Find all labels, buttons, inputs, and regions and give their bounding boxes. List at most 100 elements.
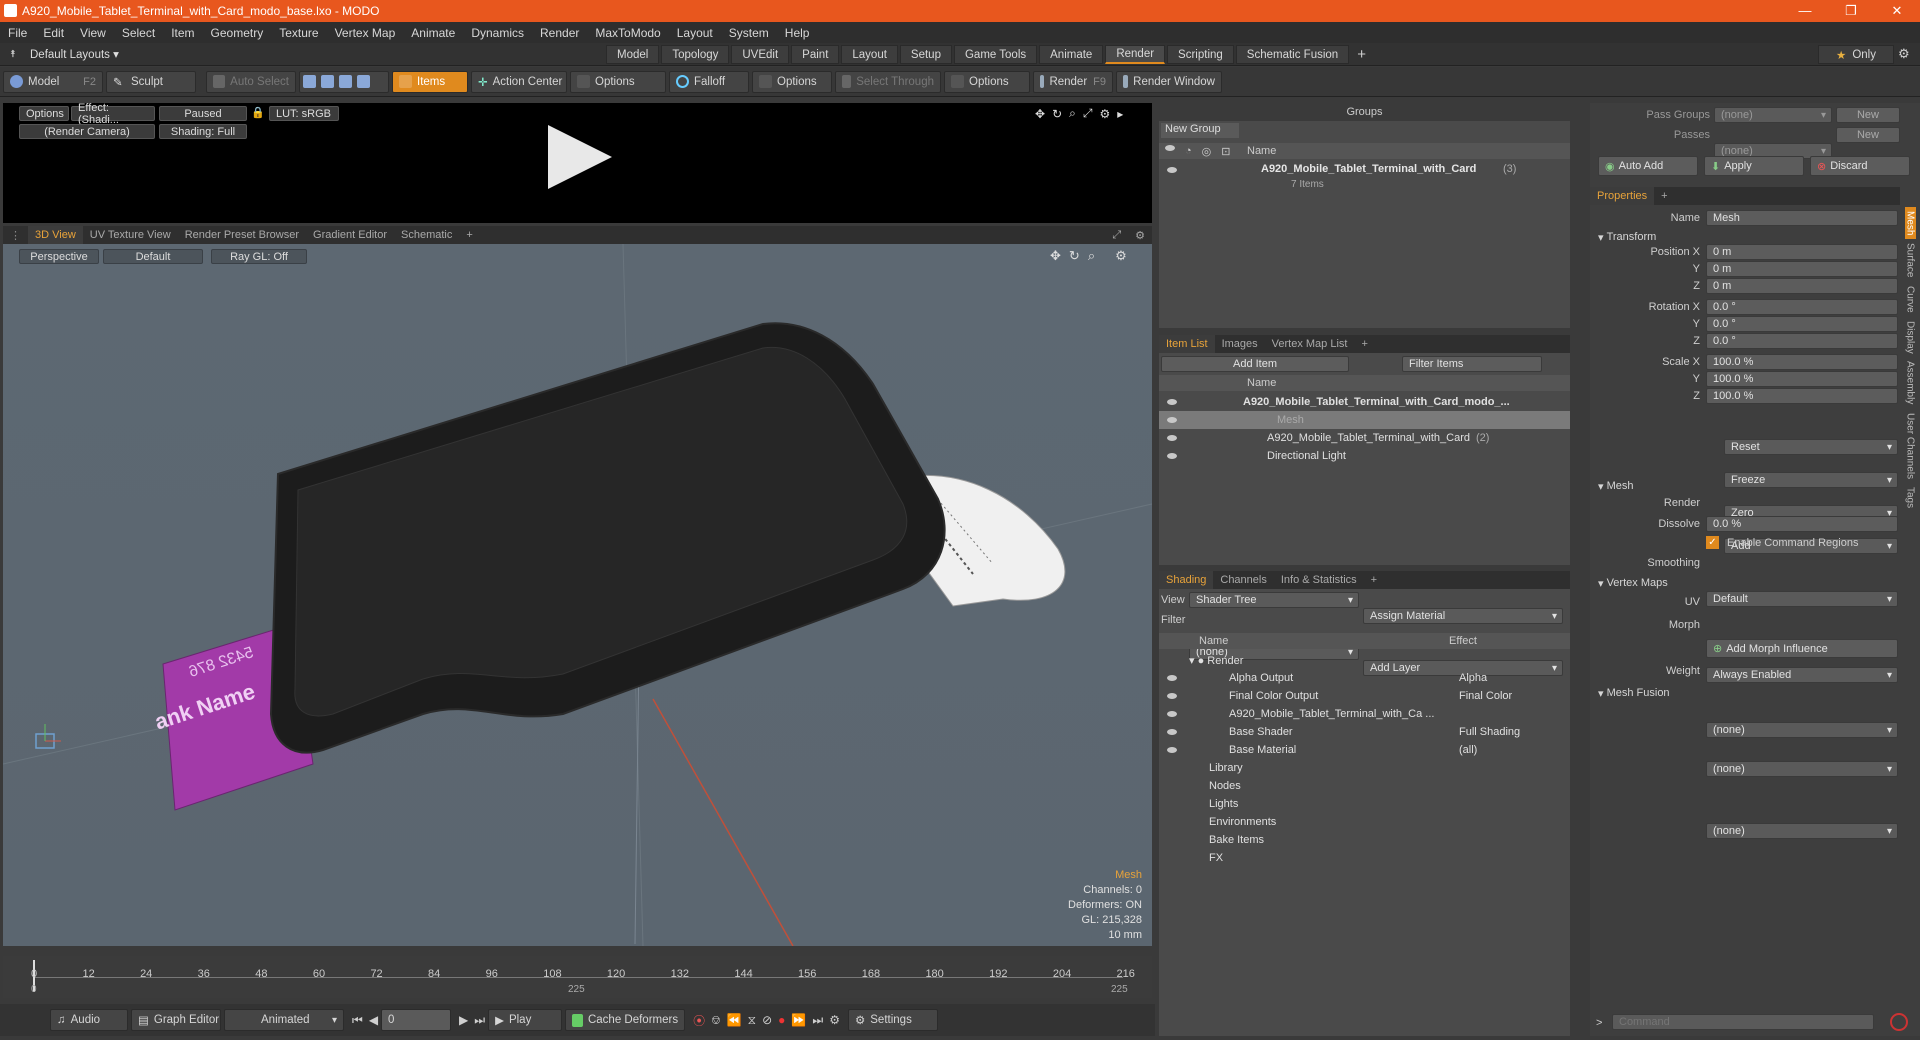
select-toggle-icon[interactable]: ⊡ [1221, 145, 1230, 158]
side-tab-curve[interactable]: Curve [1905, 282, 1916, 317]
scale-z-input[interactable]: 100.0 % [1706, 388, 1898, 404]
step-forward-icon[interactable]: ▶ [459, 1013, 468, 1027]
cache-deformers-button[interactable]: Cache Deformers [565, 1009, 686, 1031]
audio-button[interactable]: ♫ Audio [50, 1009, 128, 1031]
zoom-icon[interactable]: ⌕ [1069, 106, 1076, 121]
transform-section[interactable]: ▾ Transform [1598, 229, 1656, 245]
item-name-input[interactable]: Mesh [1706, 210, 1898, 226]
key-icon[interactable]: ⧖ [748, 1013, 756, 1028]
3d-viewport[interactable]: Perspective Default Ray GL: Off ✥ ↻ ⌕ ⚙ … [3, 244, 1152, 946]
tab-3d-view[interactable]: 3D View [28, 226, 83, 244]
tab-properties[interactable]: Properties [1590, 187, 1655, 205]
menu-vertex-map[interactable]: Vertex Map [327, 26, 404, 40]
menu-help[interactable]: Help [777, 26, 818, 40]
side-tab-display[interactable]: Display [1905, 317, 1916, 358]
key-prev-icon[interactable]: ⏪ [727, 1013, 742, 1027]
close-button[interactable]: ✕ [1874, 3, 1920, 19]
menu-texture[interactable]: Texture [271, 26, 326, 40]
tab-layout[interactable]: Layout [841, 45, 898, 64]
shader-row[interactable]: Environments [1159, 813, 1570, 831]
channel-icon[interactable]: ⚙ [829, 1013, 840, 1027]
render-preview[interactable]: Options Effect: (Shadi... Paused 🔒 LUT: … [3, 102, 1152, 223]
new-pass-group-button[interactable]: New [1836, 107, 1900, 123]
position-x-input[interactable]: 0 m [1706, 244, 1898, 260]
tab-info-statistics[interactable]: Info & Statistics [1274, 574, 1364, 586]
rotate-view-icon[interactable]: ↻ [1052, 107, 1062, 121]
edge-mode-icon[interactable] [321, 75, 334, 88]
play-button[interactable]: ▶ Play [488, 1009, 563, 1031]
add-tab-icon[interactable]: + [1354, 338, 1374, 350]
tab-schematic[interactable]: Schematic [394, 229, 459, 241]
filter-items-input[interactable]: Filter Items [1402, 356, 1542, 372]
visibility-icon[interactable] [1165, 144, 1175, 151]
position-y-input[interactable]: 0 m [1706, 261, 1898, 277]
model-mode-button[interactable]: Model F2 [3, 70, 103, 93]
move-view-icon[interactable]: ✥ [1035, 107, 1045, 121]
shader-row[interactable]: Base Shader Full Shading [1159, 723, 1570, 741]
shader-row[interactable]: Library [1159, 759, 1570, 777]
vertex-maps-section[interactable]: ▾ Vertex Maps [1598, 575, 1668, 591]
shader-view-dropdown[interactable]: Shader Tree [1189, 592, 1359, 608]
menu-file[interactable]: File [0, 26, 35, 40]
new-group-button[interactable]: New Group [1161, 123, 1239, 138]
layout-collapse-icon[interactable]: ⯭ [10, 49, 16, 60]
menu-edit[interactable]: Edit [35, 26, 72, 40]
tab-uv-texture-view[interactable]: UV Texture View [83, 229, 178, 241]
only-button[interactable]: ★ Only [1818, 45, 1894, 64]
tab-scripting[interactable]: Scripting [1167, 45, 1234, 64]
record-icon[interactable]: ● [778, 1013, 785, 1027]
tab-channels[interactable]: Channels [1213, 574, 1273, 586]
visibility-icon[interactable] [1167, 453, 1177, 459]
graph-editor-button[interactable]: ▤ Graph Editor [131, 1009, 221, 1031]
lut-dropdown[interactable]: LUT: sRGB [269, 106, 339, 121]
lock-icon[interactable]: 🔒 [251, 106, 265, 119]
tab-topology[interactable]: Topology [661, 45, 730, 64]
panel-settings-icon[interactable]: ⚙ [1128, 229, 1152, 242]
tab-model[interactable]: Model [606, 45, 660, 64]
items-mode-button[interactable]: Items [392, 70, 468, 93]
command-input[interactable] [1612, 1014, 1874, 1030]
pass-groups-dropdown[interactable]: (none) [1714, 107, 1832, 123]
gear-icon[interactable]: ⚙ [1898, 46, 1910, 62]
jump-start-icon[interactable]: ⏮ [352, 1013, 363, 1028]
shader-row[interactable]: A920_Mobile_Tablet_Terminal_with_Ca ... [1159, 705, 1570, 723]
settings-icon[interactable]: ⚙ [1099, 107, 1110, 121]
render-dropdown[interactable]: Default [1706, 591, 1898, 607]
maximize-panel-icon[interactable]: ⤢ [1105, 229, 1128, 242]
tab-paint[interactable]: Paint [791, 45, 840, 64]
command-status-icon[interactable] [1890, 1013, 1908, 1031]
add-morph-influence-button[interactable]: ⊕ Add Morph Influence [1706, 639, 1898, 658]
shader-row[interactable]: Lights [1159, 795, 1570, 813]
maximize-button[interactable]: ❐ [1828, 3, 1874, 19]
step-back-icon[interactable]: ◀ [369, 1013, 378, 1027]
add-tab-icon[interactable]: + [1364, 574, 1384, 586]
new-pass-button[interactable]: New [1836, 127, 1900, 143]
shader-row[interactable]: Nodes [1159, 777, 1570, 795]
sculpt-button[interactable]: ✎ Sculpt [106, 70, 196, 93]
auto-add-button[interactable]: ◉ Auto Add [1598, 156, 1698, 176]
animated-dropdown[interactable]: Animated ▾ [224, 1009, 344, 1031]
side-tab-surface[interactable]: Surface [1905, 239, 1916, 281]
visibility-icon[interactable] [1167, 399, 1177, 405]
menu-select[interactable]: Select [114, 26, 163, 40]
assign-material-dropdown[interactable]: Assign Material [1363, 608, 1563, 624]
key-next-icon[interactable]: ⏩ [791, 1013, 806, 1027]
menu-dynamics[interactable]: Dynamics [463, 26, 532, 40]
shader-row[interactable]: ▾ ● Render [1159, 651, 1570, 669]
position-z-input[interactable]: 0 m [1706, 278, 1898, 294]
auto-key-icon[interactable]: ⎊ [711, 1013, 721, 1028]
reset-dropdown[interactable]: Reset [1724, 439, 1898, 455]
preview-options-button[interactable]: Options [19, 106, 69, 121]
render-window-button[interactable]: Render Window [1116, 70, 1222, 93]
falloff-button[interactable]: Falloff [669, 70, 749, 93]
record-keys-icon[interactable]: ⦿ [693, 1012, 705, 1029]
tab-setup[interactable]: Setup [899, 45, 952, 64]
timeline[interactable]: 0 12 24 36 48 60 72 84 96 108 120 132 14… [3, 956, 1152, 998]
mesh-section[interactable]: ▾ Mesh [1598, 478, 1633, 494]
rotation-y-input[interactable]: 0.0 ° [1706, 316, 1898, 332]
menu-animate[interactable]: Animate [403, 26, 463, 40]
rotation-x-input[interactable]: 0.0 ° [1706, 299, 1898, 315]
side-tab-mesh[interactable]: Mesh [1904, 207, 1916, 240]
dissolve-input[interactable]: 0.0 % [1706, 516, 1898, 532]
tab-shading[interactable]: Shading [1159, 571, 1214, 589]
